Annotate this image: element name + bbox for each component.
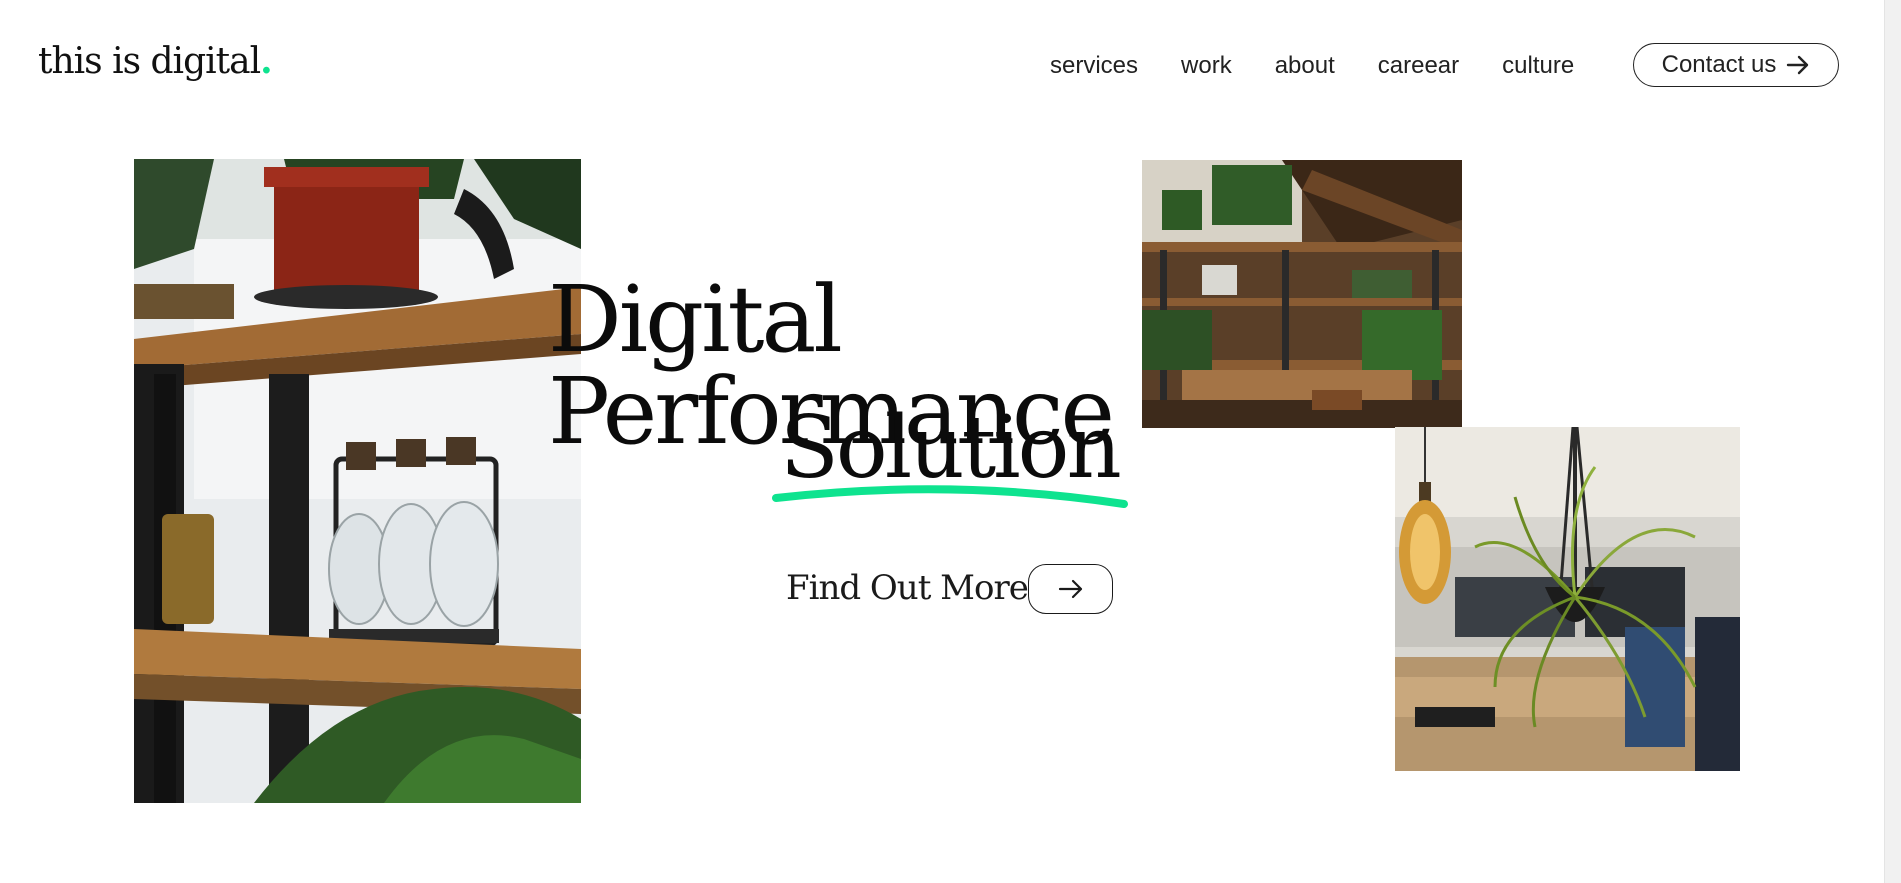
nav-careear[interactable]: careear: [1378, 52, 1459, 80]
accent-underline: [772, 485, 1128, 508]
hero-headline-line2: Solution: [780, 398, 1122, 498]
find-out-more-link[interactable]: Find Out More: [786, 568, 1029, 608]
page-scrollbar[interactable]: [1884, 0, 1901, 883]
arrow-right-icon: [1058, 579, 1082, 599]
find-out-more-button[interactable]: [1028, 564, 1113, 614]
logo[interactable]: this is digital.: [38, 40, 273, 82]
main-nav: services work about careear culture: [1050, 52, 1574, 80]
nav-work[interactable]: work: [1181, 52, 1232, 80]
contact-us-label: Contact us: [1661, 51, 1777, 78]
logo-text: this is digital: [38, 41, 261, 82]
plant-shelf-photo: [134, 159, 581, 803]
nav-services[interactable]: services: [1050, 52, 1138, 80]
nav-culture[interactable]: culture: [1502, 52, 1574, 80]
hanging-plant-photo: [1395, 427, 1740, 771]
logo-dot: .: [260, 40, 273, 82]
arrow-right-icon: [1787, 55, 1809, 75]
contact-us-button[interactable]: Contact us: [1633, 43, 1839, 87]
nav-about[interactable]: about: [1275, 52, 1335, 80]
